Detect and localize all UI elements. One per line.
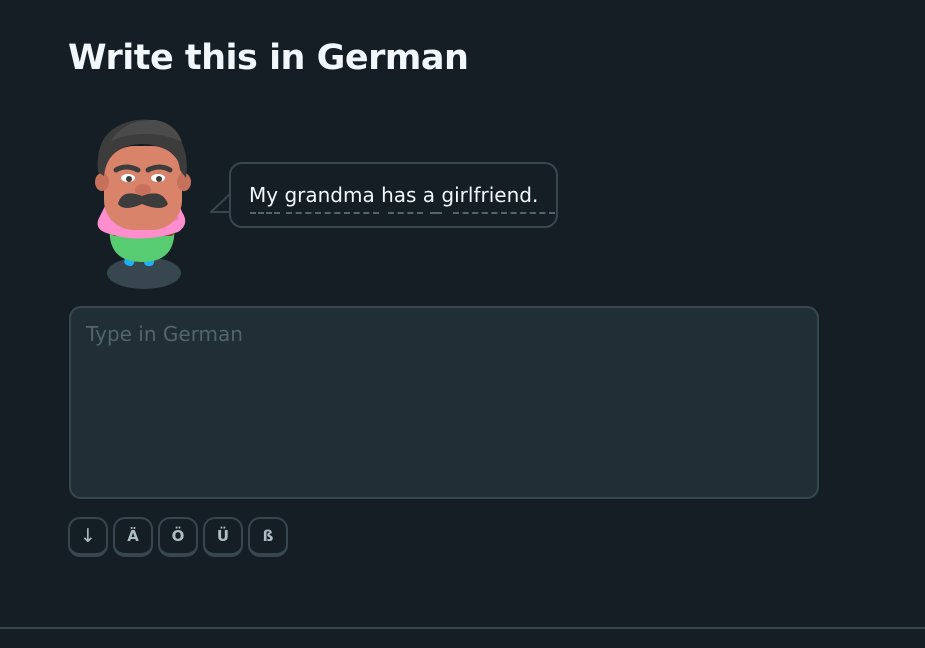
- footer-divider: [0, 627, 925, 629]
- collapse-keys-button[interactable]: ↓: [68, 517, 108, 557]
- key-o-umlaut[interactable]: Ö: [158, 517, 198, 557]
- special-characters-bar: ↓ Ä Ö Ü ß: [68, 517, 288, 557]
- character-avatar: [86, 112, 196, 292]
- mustached-man-character-icon: [95, 119, 191, 289]
- challenge-page: Write this in German My grandma has a gi…: [0, 0, 925, 648]
- key-u-umlaut[interactable]: Ü: [203, 517, 243, 557]
- hint-underline-a[interactable]: [430, 212, 442, 214]
- hint-underline-girlfriend[interactable]: [453, 212, 555, 214]
- key-eszett[interactable]: ß: [248, 517, 288, 557]
- hint-underline-has[interactable]: [388, 212, 423, 214]
- speech-bubble: My grandma has a girlfriend.: [229, 162, 559, 228]
- hint-underline-grandma[interactable]: [286, 212, 379, 214]
- hint-underline-my[interactable]: [250, 212, 280, 214]
- answer-input[interactable]: [69, 306, 819, 499]
- challenge-title: Write this in German: [68, 38, 469, 78]
- key-a-umlaut[interactable]: Ä: [113, 517, 153, 557]
- prompt-sentence[interactable]: My grandma has a girlfriend.: [249, 182, 538, 208]
